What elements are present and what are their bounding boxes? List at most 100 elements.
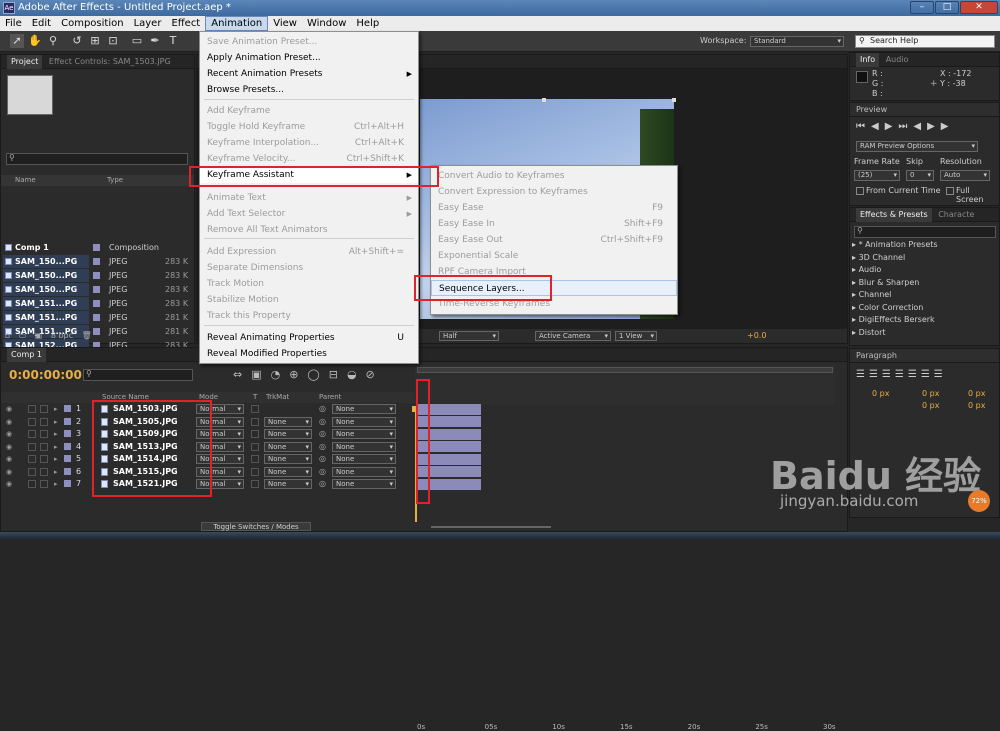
project-item[interactable]: SAM_151...PG JPEG 281 K — [3, 311, 189, 324]
pick-whip-icon[interactable]: ◎ — [319, 466, 326, 478]
effect-category[interactable]: ▸ 3D Channel — [852, 253, 905, 262]
visibility-eye-icon[interactable]: ◉ — [6, 466, 12, 478]
parent-dropdown[interactable]: None — [332, 454, 396, 464]
trkmat-dropdown[interactable]: None — [264, 479, 312, 489]
from-current-checkbox[interactable] — [856, 187, 864, 195]
solo-toggle[interactable] — [28, 417, 36, 426]
menu-edit[interactable]: Edit — [27, 16, 56, 31]
effect-category[interactable]: ▸ Audio — [852, 265, 881, 274]
solo-toggle[interactable] — [28, 467, 36, 476]
bpc-label[interactable]: 8 bpc — [51, 331, 73, 340]
animation-menu-item[interactable]: Track Motion — [200, 276, 418, 292]
expand-arrow-icon[interactable]: ▸ — [54, 428, 58, 440]
effect-category[interactable]: ▸ Distort — [852, 328, 886, 337]
time-ruler[interactable] — [415, 365, 835, 405]
keyframe-assistant-item[interactable]: Easy Ease F9 — [431, 200, 677, 216]
trkmat-dropdown[interactable]: None — [264, 454, 312, 464]
selection-tool-icon[interactable]: ➚ — [10, 34, 24, 48]
animation-menu-item[interactable]: Stabilize Motion — [200, 292, 418, 308]
animation-menu-item[interactable]: Keyframe Interpolation... Ctrl+Alt+K — [200, 135, 418, 151]
pan-behind-tool-icon[interactable]: ⊡ — [106, 34, 120, 48]
expand-arrow-icon[interactable]: ▸ — [54, 453, 58, 465]
visibility-eye-icon[interactable]: ◉ — [6, 403, 12, 415]
search-help-input[interactable]: ⚲ Search Help — [855, 35, 995, 48]
toggle-switches-button[interactable]: Toggle Switches / Modes — [201, 522, 311, 531]
animation-menu-item[interactable]: Keyframe Velocity... Ctrl+Shift+K — [200, 151, 418, 167]
animation-menu-item[interactable]: Recent Animation Presets ▶ — [200, 66, 418, 82]
trkmat-dropdown[interactable]: None — [264, 466, 312, 477]
pick-whip-icon[interactable]: ◎ — [319, 416, 326, 428]
pen-tool-icon[interactable]: ✒ — [148, 34, 162, 48]
trkmat-dropdown[interactable]: None — [264, 429, 312, 439]
lock-toggle[interactable] — [40, 442, 48, 451]
tab-effect-controls[interactable]: Effect Controls: SAM_1503.JPG — [45, 55, 175, 69]
label-color-icon[interactable] — [64, 467, 71, 475]
expand-arrow-icon[interactable]: ▸ — [54, 441, 58, 453]
layer-handle[interactable] — [672, 98, 676, 102]
menu-layer[interactable]: Layer — [129, 16, 167, 31]
parent-dropdown[interactable]: None — [332, 441, 396, 452]
resolution-preview-dropdown[interactable]: Auto — [940, 170, 990, 181]
keyframe-assistant-item[interactable]: Easy Ease In Shift+F9 — [431, 216, 677, 232]
indent-first[interactable]: 0 px — [968, 389, 985, 398]
preserve-transparency-checkbox[interactable] — [251, 455, 259, 463]
parent-dropdown[interactable]: None — [332, 429, 396, 439]
visibility-eye-icon[interactable]: ◉ — [6, 453, 12, 465]
menu-file[interactable]: File — [0, 16, 27, 31]
trkmat-dropdown[interactable]: None — [264, 416, 312, 427]
animation-menu-item[interactable]: Apply Animation Preset... — [200, 50, 418, 66]
pick-whip-icon[interactable]: ◎ — [319, 403, 326, 415]
visibility-eye-icon[interactable]: ◉ — [6, 441, 12, 453]
trkmat-dropdown[interactable]: None — [264, 441, 312, 452]
full-screen-checkbox[interactable] — [946, 187, 954, 195]
animation-menu-item[interactable]: Reveal Animating Properties U — [200, 330, 418, 346]
keyframe-assistant-item[interactable]: Convert Expression to Keyframes — [431, 184, 677, 200]
solo-toggle[interactable] — [28, 442, 36, 451]
label-color-icon[interactable] — [64, 480, 71, 487]
tab-effects-presets[interactable]: Effects & Presets — [856, 208, 932, 222]
animation-menu-item[interactable]: Add Text Selector ▶ — [200, 206, 418, 222]
label-color-icon[interactable] — [64, 430, 71, 437]
pick-whip-icon[interactable]: ◎ — [319, 453, 326, 465]
column-trkmat[interactable]: TrkMat — [266, 392, 289, 403]
animation-menu-item[interactable]: Add Expression Alt+Shift+= — [200, 244, 418, 260]
menu-animation[interactable]: Animation — [205, 16, 269, 31]
preserve-transparency-checkbox[interactable] — [251, 480, 259, 488]
preserve-transparency-checkbox[interactable] — [251, 467, 259, 476]
parent-dropdown[interactable]: None — [332, 479, 396, 489]
column-type[interactable]: Type — [107, 175, 123, 186]
column-t[interactable]: T — [253, 392, 257, 403]
tray-percent[interactable]: 72% — [968, 490, 990, 512]
pick-whip-icon[interactable]: ◎ — [319, 428, 326, 440]
menu-composition[interactable]: Composition — [56, 16, 128, 31]
mask-tool-icon[interactable]: ▭ — [130, 34, 144, 48]
animation-menu-item[interactable]: Reveal Modified Properties — [200, 346, 418, 362]
lock-toggle[interactable] — [40, 455, 48, 463]
animation-menu-item[interactable]: Animate Text ▶ — [200, 190, 418, 206]
visibility-eye-icon[interactable]: ◉ — [6, 478, 12, 490]
resolution-dropdown[interactable]: Half — [439, 331, 499, 341]
timeline-search-input[interactable]: ⚲ — [83, 369, 193, 381]
layer-handle[interactable] — [542, 98, 546, 102]
zoom-slider[interactable] — [431, 526, 551, 528]
animation-menu-item[interactable]: Browse Presets... — [200, 82, 418, 98]
preserve-transparency-checkbox[interactable] — [251, 417, 259, 426]
lock-toggle[interactable] — [40, 417, 48, 426]
indent-left[interactable]: 0 px — [872, 389, 889, 398]
animation-menu-item[interactable]: Separate Dimensions — [200, 260, 418, 276]
preserve-transparency-checkbox[interactable] — [251, 430, 259, 438]
frame-rate-dropdown[interactable]: (25) — [854, 170, 900, 181]
zoom-tool-icon[interactable]: ⚲ — [46, 34, 60, 48]
indent-right[interactable]: 0 px — [922, 389, 939, 398]
new-comp-icon[interactable]: ▣ — [35, 331, 43, 340]
pick-whip-icon[interactable]: ◎ — [319, 478, 326, 490]
keyframe-assistant-item[interactable]: Exponential Scale — [431, 248, 677, 264]
tab-audio[interactable]: Audio — [882, 53, 913, 67]
timeline-switch-icons[interactable]: ⇔▣◔⊕◯⊟◒⊘ — [233, 368, 413, 382]
lock-toggle[interactable] — [40, 430, 48, 438]
menu-effect[interactable]: Effect — [166, 16, 205, 31]
expand-arrow-icon[interactable]: ▸ — [54, 466, 58, 478]
tab-project[interactable]: Project — [7, 55, 43, 69]
camera-tool-icon[interactable]: ⊞ — [88, 34, 102, 48]
maximize-button[interactable]: □ — [935, 1, 959, 14]
